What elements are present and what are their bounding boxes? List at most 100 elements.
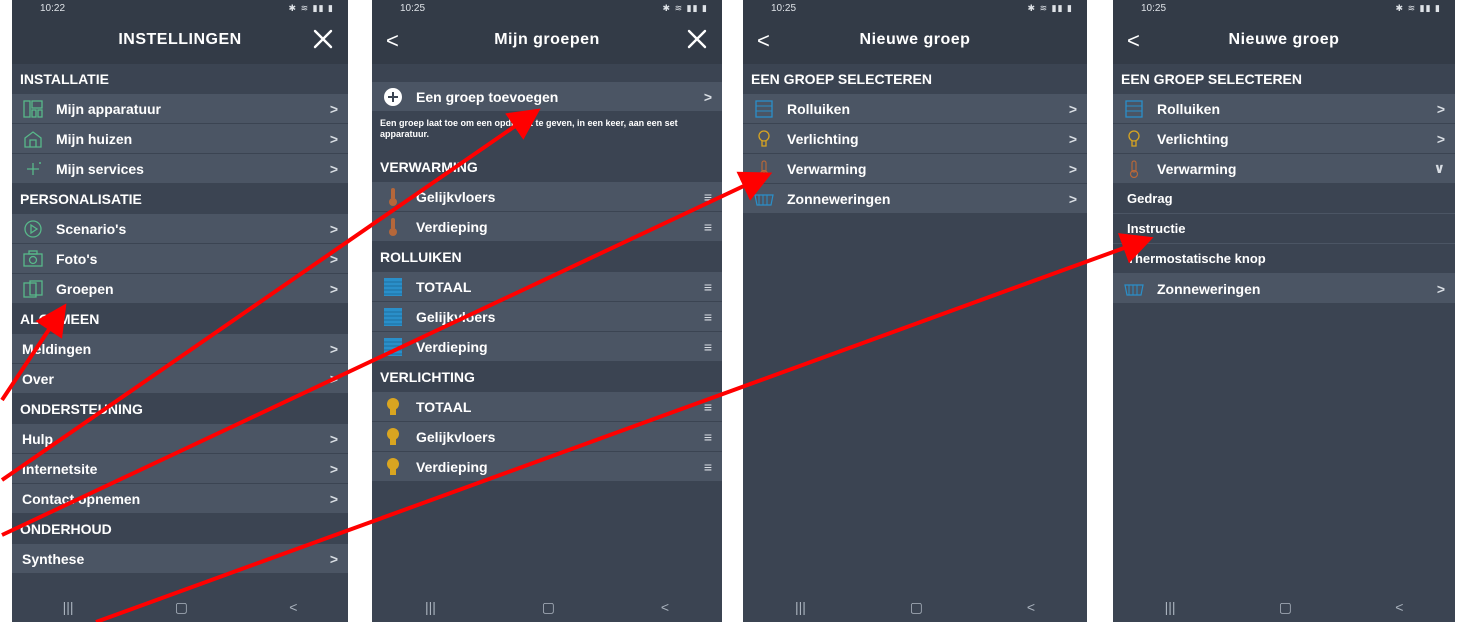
app-header: < Nieuwe groep [1113,16,1455,64]
status-icons: ✱ ≋ ▮▮ ▮ [1395,2,1441,13]
drag-handle-icon[interactable]: ≡ [698,339,712,355]
drag-handle-icon[interactable]: ≡ [698,429,712,445]
category-zonneweringen[interactable]: Zonneweringen > [743,184,1087,214]
back-nav-icon[interactable]: < [1395,599,1403,615]
thermometer-outline-icon [1123,158,1145,180]
drag-handle-icon[interactable]: ≡ [698,219,712,235]
menu-item-meldingen[interactable]: Meldingen > [12,334,348,364]
status-time: 10:25 [1141,2,1167,14]
drag-handle-icon[interactable]: ≡ [698,459,712,475]
menu-item-label: Mijn apparatuur [56,100,162,117]
menu-item-mijn-huizen[interactable]: Mijn huizen > [12,124,348,154]
status-icons: ✱ ≋ ▮▮ ▮ [662,2,708,13]
group-row[interactable]: Gelijkvloers ≡ [372,302,722,332]
category-label: Rolluiken [787,100,851,117]
menu-item-mijn-apparatuur[interactable]: Mijn apparatuur > [12,94,348,124]
subitem-instructie[interactable]: Instructie [1113,214,1455,244]
page-title: INSTELLINGEN [118,31,242,48]
menu-item-contact-opnemen[interactable]: Contact opnemen > [12,484,348,514]
section-personalisatie: PERSONALISATIE [12,184,348,214]
group-row[interactable]: Verdieping ≡ [372,212,722,242]
drag-handle-icon[interactable]: ≡ [698,399,712,415]
android-nav-bar: ||| ▢ < [743,592,1087,622]
subitem-thermostatische-knop[interactable]: Thermostatische knop [1113,244,1455,274]
close-icon[interactable] [310,26,336,52]
chevron-right-icon: > [329,430,338,447]
status-time: 10:25 [771,2,797,14]
category-verlichting[interactable]: Verlichting > [1113,124,1455,154]
bulb-outline-icon [753,128,775,150]
group-row[interactable]: Verdieping ≡ [372,332,722,362]
group-label: Gelijkvloers [416,308,496,325]
chevron-down-icon: ∨ [1433,160,1445,176]
close-icon[interactable] [684,26,710,52]
back-nav-icon[interactable]: < [661,599,669,615]
menu-item-synthese[interactable]: Synthese > [12,544,348,574]
recent-apps-icon[interactable]: ||| [1165,599,1176,615]
bulb-icon [382,426,404,448]
home-icon[interactable]: ▢ [175,599,188,616]
chevron-right-icon: > [1436,100,1445,117]
shutter-icon [382,336,404,358]
recent-apps-icon[interactable]: ||| [795,599,806,615]
menu-item-hulp[interactable]: Hulp > [12,424,348,454]
groups-screen: 10:25 ✱ ≋ ▮▮ ▮ < Mijn groepen Een groep … [372,0,722,622]
group-label: Verdieping [416,338,488,355]
group-row[interactable]: Gelijkvloers ≡ [372,422,722,452]
category-rolluiken[interactable]: Rolluiken > [743,94,1087,124]
back-nav-icon[interactable]: < [1027,599,1035,615]
category-label: Zonneweringen [1157,280,1261,297]
menu-item-internetsite[interactable]: Internetsite > [12,454,348,484]
recent-apps-icon[interactable]: ||| [63,599,74,615]
section-ondersteuning: ONDERSTEUNING [12,394,348,424]
back-arrow-icon[interactable]: < [1127,28,1149,53]
add-group-button[interactable]: Een groep toevoegen > [372,82,722,112]
new-group-screen: 10:25 ✱ ≋ ▮▮ ▮ < Nieuwe groep EEN GROEP … [743,0,1087,622]
category-zonneweringen[interactable]: Zonneweringen > [1113,274,1455,304]
drag-handle-icon[interactable]: ≡ [698,309,712,325]
section-onderhoud: ONDERHOUD [12,514,348,544]
back-nav-icon[interactable]: < [289,599,297,615]
home-icon[interactable]: ▢ [910,599,923,616]
recent-apps-icon[interactable]: ||| [425,599,436,615]
page-title: Nieuwe groep [1228,31,1340,48]
category-label: Verlichting [787,130,859,147]
category-rolluiken[interactable]: Rolluiken > [1113,94,1455,124]
drag-handle-icon[interactable]: ≡ [698,279,712,295]
chevron-right-icon: > [1436,130,1445,147]
menu-item-label: Foto's [56,250,98,267]
chevron-right-icon: > [329,460,338,477]
group-row[interactable]: Verdieping ≡ [372,452,722,482]
home-icon[interactable]: ▢ [1279,599,1292,616]
back-arrow-icon[interactable]: < [757,28,779,53]
devices-icon [22,98,44,120]
menu-item-label: Hulp [22,430,54,447]
category-verwarming[interactable]: Verwarming ∨ [1113,154,1455,184]
menu-item-groepen[interactable]: Groepen > [12,274,348,304]
group-row[interactable]: TOTAAL ≡ [372,392,722,422]
group-label: Gelijkvloers [416,188,496,205]
group-row[interactable]: Gelijkvloers ≡ [372,182,722,212]
home-icon[interactable]: ▢ [542,599,555,616]
menu-item-mijn-services[interactable]: Mijn services > [12,154,348,184]
category-verlichting[interactable]: Verlichting > [743,124,1087,154]
group-label: TOTAAL [416,278,472,295]
chevron-right-icon: > [329,100,338,117]
drag-handle-icon[interactable]: ≡ [698,189,712,205]
status-bar: 10:25 ✱ ≋ ▮▮ ▮ [743,0,1087,16]
menu-item-over[interactable]: Over > [12,364,348,394]
group-row[interactable]: TOTAAL ≡ [372,272,722,302]
awning-icon [753,188,775,210]
group-label: Verdieping [416,218,488,235]
menu-item-fotos[interactable]: Foto's > [12,244,348,274]
subitem-gedrag[interactable]: Gedrag [1113,184,1455,214]
status-time: 10:22 [40,2,66,14]
chevron-right-icon: > [329,220,338,237]
menu-item-label: Mijn huizen [56,130,133,147]
section-installatie: INSTALLATIE [12,64,348,94]
groups-icon [22,278,44,300]
back-arrow-icon[interactable]: < [386,28,408,53]
menu-item-scenarios[interactable]: Scenario's > [12,214,348,244]
shutter-icon [382,276,404,298]
category-verwarming[interactable]: Verwarming > [743,154,1087,184]
